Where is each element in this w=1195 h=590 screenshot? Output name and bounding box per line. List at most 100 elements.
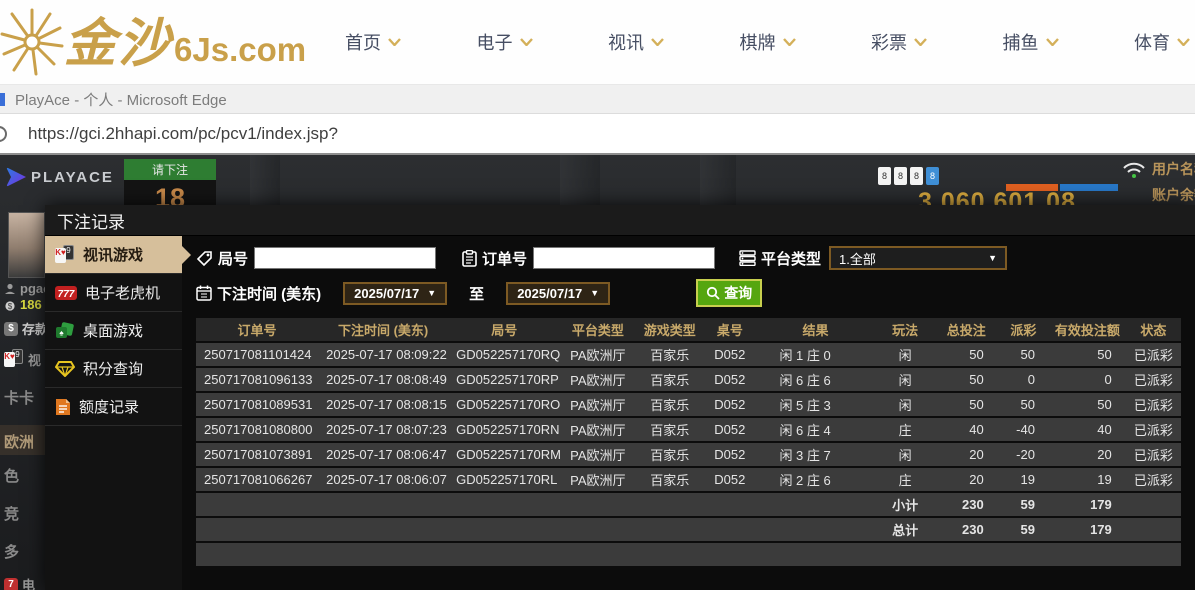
cell-tableNo: D052 xyxy=(704,368,755,391)
cell-round: GD052257170RN xyxy=(448,418,560,441)
grandtotal-row-total: 230 xyxy=(935,518,998,541)
empty-row xyxy=(196,543,1181,566)
url-text[interactable]: https://gci.2hhapi.com/pc/pcv1/index.jsp… xyxy=(28,124,338,144)
page: 金沙 6Js.com 首页 电子 视讯 棋牌 彩票 xyxy=(0,0,1195,590)
table-row: 2507170810895312025-07-17 08:08:15GD0522… xyxy=(196,393,1181,416)
dian-menu-item[interactable]: 7 电 xyxy=(4,575,35,590)
result-text: 闲 6 庄 6 xyxy=(779,370,851,389)
cell-round: GD052257170RP xyxy=(448,368,560,391)
platform-type-label: 平台类型 xyxy=(739,248,821,269)
cell-payout: 50 xyxy=(998,343,1049,366)
nav-item-fishing[interactable]: 捕鱼 xyxy=(1003,29,1059,55)
date-from-button[interactable]: 2025/07/17▼ xyxy=(343,282,447,305)
card-8: 8 xyxy=(926,167,939,185)
platform-type-select[interactable]: 1.全部 ▼ xyxy=(829,246,1007,270)
nav-item-home[interactable]: 首页 xyxy=(345,29,401,55)
europe-menu-item[interactable]: 欧洲 xyxy=(4,431,34,452)
cell-valid: 0 xyxy=(1049,368,1126,391)
sidebar-filler xyxy=(45,426,182,590)
cell-status: 已派彩 xyxy=(1126,418,1181,441)
cell-time: 2025-07-17 08:09:22 xyxy=(318,343,448,366)
card-8: 8 xyxy=(878,167,891,185)
cell-payout: -40 xyxy=(998,418,1049,441)
cell-total: 20 xyxy=(935,468,998,491)
table-row: 2507170810961332025-07-17 08:08:49GD0522… xyxy=(196,368,1181,391)
result-text: 闲 6 庄 4 xyxy=(779,420,851,439)
search-button[interactable]: 查询 xyxy=(696,279,762,307)
cell-round: GD052257170RM xyxy=(448,443,560,466)
grandtotal-row: 总计23059179 xyxy=(196,518,1181,541)
nav-item-live[interactable]: 视讯 xyxy=(608,29,664,55)
nav-item-board[interactable]: 棋牌 xyxy=(740,29,796,55)
cell-time: 2025-07-17 08:06:07 xyxy=(318,468,448,491)
brand-domain: 6Js.com xyxy=(174,20,306,80)
modal-sidebar: 9K♥ 视讯游戏 777 电子老虎机 ♠ xyxy=(45,236,182,590)
svg-text:777: 777 xyxy=(58,289,75,300)
bet-records-table: 订单号下注时间 (美东)局号平台类型游戏类型桌号结果玩法总投注派彩有效投注额状态… xyxy=(196,316,1181,568)
modal-title: 下注记录 xyxy=(57,208,125,233)
sidebar-item-table-games[interactable]: ♠ 桌面游戏 xyxy=(45,312,182,350)
duo-menu-item[interactable]: 多 xyxy=(4,541,19,562)
cell-platform: PA欧洲厅 xyxy=(560,343,635,366)
dealt-cards: 8 8 8 8 xyxy=(878,167,939,185)
cell-game: 百家乐 xyxy=(635,443,704,466)
url-bar[interactable]: https://gci.2hhapi.com/pc/pcv1/index.jsp… xyxy=(0,114,1195,155)
svg-text:$: $ xyxy=(8,302,13,311)
nav-item-lottery[interactable]: 彩票 xyxy=(871,29,927,55)
order-number-input[interactable] xyxy=(533,247,715,269)
empty-cell xyxy=(448,493,560,516)
site-header: 金沙 6Js.com 首页 电子 视讯 棋牌 彩票 xyxy=(0,0,1195,85)
cell-result: 闲 6 庄 4▶ xyxy=(755,418,875,441)
empty-cell xyxy=(318,518,448,541)
nav-item-sports[interactable]: 体育 xyxy=(1134,29,1190,55)
sidebar-item-slots[interactable]: 777 电子老虎机 xyxy=(45,274,182,312)
table-header-cell: 派彩 xyxy=(998,318,1049,341)
cell-total: 50 xyxy=(935,343,998,366)
cell-order: 250717081096133 xyxy=(196,368,318,391)
cell-order: 250717081101424 xyxy=(196,343,318,366)
moneybag-icon: $ xyxy=(4,299,16,311)
table-header-cell: 游戏类型 xyxy=(635,318,704,341)
sidebar-item-video-games[interactable]: 9K♥ 视讯游戏 xyxy=(45,236,182,274)
empty-cell xyxy=(876,543,935,566)
cell-time: 2025-07-17 08:08:15 xyxy=(318,393,448,416)
se-menu-item[interactable]: 色 xyxy=(4,465,19,486)
card-menu-item[interactable]: 卡卡 xyxy=(4,387,34,408)
cell-tableNo: D052 xyxy=(704,418,755,441)
nav-item-slots[interactable]: 电子 xyxy=(477,29,533,55)
cell-order: 250717081066267 xyxy=(196,468,318,491)
chevron-down-icon xyxy=(651,38,664,46)
deposit-button[interactable]: $ 存款 xyxy=(4,319,48,338)
chevron-down-icon xyxy=(1177,38,1190,46)
round-number-input[interactable] xyxy=(254,247,436,269)
result-text: 闲 3 庄 7 xyxy=(779,445,851,464)
empty-cell xyxy=(635,543,704,566)
cell-tableNo: D052 xyxy=(704,468,755,491)
subtotal-row-total: 230 xyxy=(935,493,998,516)
cell-status: 已派彩 xyxy=(1126,443,1181,466)
jing-menu-item[interactable]: 竞 xyxy=(4,503,19,524)
table-header-cell: 订单号 xyxy=(196,318,318,341)
round-number-label: 局号 xyxy=(196,248,248,269)
chevron-down-icon xyxy=(1046,38,1059,46)
video-menu-item[interactable]: 9K♥ 视 xyxy=(4,349,41,369)
sidebar-item-credit-records[interactable]: 额度记录 xyxy=(45,388,182,426)
empty-cell xyxy=(755,493,875,516)
sidebar-item-points-query[interactable]: 积分查询 xyxy=(45,350,182,388)
table-header-cell: 局号 xyxy=(448,318,560,341)
cell-payout: -20 xyxy=(998,443,1049,466)
empty-cell xyxy=(560,493,635,516)
cell-game: 百家乐 xyxy=(635,393,704,416)
empty-cell xyxy=(635,518,704,541)
username-row: pgac xyxy=(4,281,50,296)
modal-content: 局号 订单号 xyxy=(182,236,1195,590)
empty-cell xyxy=(560,518,635,541)
cell-play: 闲 xyxy=(876,343,935,366)
reload-icon[interactable] xyxy=(0,126,7,142)
to-label: 至 xyxy=(469,283,484,304)
date-to-button[interactable]: 2025/07/17▼ xyxy=(506,282,610,305)
cell-platform: PA欧洲厅 xyxy=(560,468,635,491)
brand-logo[interactable]: 金沙 6Js.com xyxy=(0,4,306,80)
cell-valid: 20 xyxy=(1049,443,1126,466)
cell-status: 已派彩 xyxy=(1126,368,1181,391)
